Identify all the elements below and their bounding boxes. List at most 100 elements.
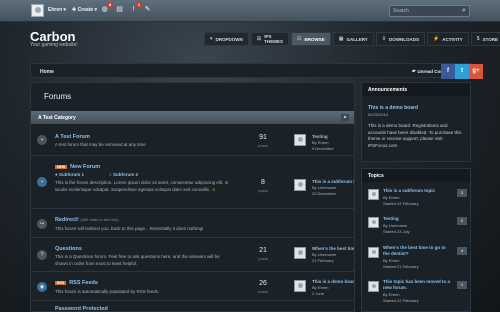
announcement-title[interactable]: This is a demo board — [368, 105, 418, 111]
last-post-author[interactable]: By Username — [312, 252, 336, 258]
avatar[interactable] — [294, 179, 306, 191]
reply-count: 1 — [457, 281, 467, 289]
announcements-header: Announcements — [362, 83, 470, 96]
topic-title[interactable]: Testing — [383, 216, 453, 222]
user-menu[interactable]: Ehren ▾ — [48, 7, 66, 13]
avatar[interactable] — [294, 134, 306, 146]
tab-label: DOWNLOADS — [389, 36, 420, 42]
forum-title[interactable]: Password Protected — [55, 306, 108, 312]
forum-read-icon: ▪ — [37, 135, 47, 145]
avatar[interactable] — [368, 247, 379, 258]
inbox-icon[interactable]: ▤ — [115, 5, 124, 14]
topic-title[interactable]: This topic has been moved to a new forum… — [383, 279, 453, 291]
post-count: 8 — [261, 179, 265, 186]
user-name: Ehren — [48, 7, 63, 13]
download-icon: ⇩ — [381, 36, 387, 42]
forum-description: A test forum that may be removed at any … — [55, 142, 146, 147]
forum-title[interactable]: A Test Forum — [55, 134, 90, 140]
forum-tag: RSS — [55, 280, 67, 285]
last-post-date: 20 December — [312, 191, 337, 196]
tab-label: BROWSE — [304, 36, 325, 42]
topic-title[interactable]: This is a subforum topic — [383, 188, 453, 194]
tab-label: DROPDOWN — [215, 36, 243, 42]
topic-started: Started 22 February — [383, 298, 419, 303]
site-tagline: Your gaming website! — [30, 42, 78, 48]
category-title: A Test Category — [38, 115, 76, 121]
post-count-label: posts — [258, 289, 268, 294]
forum-description-text: This is the forum description. Lorem ips… — [55, 180, 229, 192]
avatar[interactable] — [368, 189, 379, 200]
category-header[interactable]: A Test Category ▴ — [31, 111, 354, 124]
last-post-author[interactable]: By Ehren — [312, 140, 328, 146]
tab-gallery[interactable]: ▣ GALLERY — [332, 32, 374, 46]
post-count-label: posts — [258, 143, 268, 148]
announcements-panel: Announcements This is a demo board 01/22… — [361, 82, 471, 162]
topic-author[interactable]: By Ehren — [383, 258, 399, 264]
last-post-author[interactable]: By Ehren — [312, 285, 328, 291]
forum-description: This forum will redirect you, back to th… — [55, 226, 204, 231]
reply-count: 4 — [457, 247, 467, 255]
forum-title[interactable]: New Forum — [70, 164, 100, 170]
forum-row: ↪ Redirect! (584 visits to this link) Th… — [31, 210, 354, 238]
search-icon[interactable]: ⌕ — [459, 6, 469, 16]
forum-row: ? Questions This is a Questions forum. F… — [31, 239, 354, 272]
redirect-icon: ↪ — [37, 219, 47, 229]
forum-row: ▪ A Test Forum A test forum that may be … — [31, 125, 354, 156]
last-post-title[interactable]: This is a demo board — [312, 279, 354, 284]
topic-author[interactable]: By Ehren — [383, 195, 399, 201]
announcement-body: This is a demo board. Registrations and … — [368, 123, 462, 148]
alert-badge: 1 — [136, 2, 142, 8]
forum-row: ◉ RSS RSS Feeds This forum is automatical… — [31, 273, 354, 301]
edit-icon[interactable]: ✎ — [143, 5, 152, 14]
forum-row: Password Protected — [31, 302, 354, 312]
forum-unread-icon: ▪ — [37, 177, 47, 187]
forum-description: This is a Questions forum. Feel free to … — [55, 254, 220, 266]
twitter-icon[interactable]: t — [455, 64, 469, 79]
forum-title-wrap: NEW New Forum — [55, 164, 100, 170]
last-post-date: 2 June — [312, 291, 325, 296]
tab-ips-themes[interactable]: ☰ IPS THEMES — [250, 32, 289, 46]
forum-title[interactable]: RSS Feeds — [69, 280, 98, 286]
tab-store[interactable]: $ STORE — [470, 32, 500, 46]
last-post-title[interactable]: Testing — [312, 134, 354, 139]
user-avatar[interactable] — [31, 4, 44, 17]
topic-title[interactable]: When's the best time to go to the dentis… — [383, 245, 453, 257]
topics-panel: Topics This is a subforum topic By Ehren… — [361, 168, 471, 312]
forum-title[interactable]: Questions — [55, 246, 82, 252]
rss-icon: ◉ — [37, 282, 47, 292]
topic-started: Started 23 July — [383, 229, 410, 234]
tab-dropdown[interactable]: ▾ DROPDOWN — [204, 32, 249, 46]
avatar[interactable] — [368, 217, 379, 228]
browse-icon: ☷ — [297, 36, 302, 42]
notification-badge: 8 — [107, 2, 113, 8]
topic-author[interactable]: By Ehren — [383, 292, 399, 298]
create-menu[interactable]: ✚ Create ▾ — [72, 7, 97, 13]
subforum-link[interactable]: ● Subforum 1 — [55, 172, 84, 177]
tab-downloads[interactable]: ⇩ DOWNLOADS — [375, 32, 426, 46]
forum-title[interactable]: Redirect! — [55, 217, 79, 223]
search-input[interactable]: Search — [389, 5, 470, 17]
last-post-date: 9 December — [312, 146, 334, 151]
facebook-icon[interactable]: f — [441, 64, 455, 79]
topic-author[interactable]: By Username — [383, 223, 407, 229]
avatar[interactable] — [294, 280, 306, 292]
breadcrumb-home[interactable]: Home — [40, 69, 54, 75]
store-icon: $ — [476, 36, 480, 42]
collapse-icon[interactable]: ▴ — [341, 114, 349, 121]
activity-icon: ⚡ — [433, 36, 440, 42]
dropdown-icon: ▾ — [210, 36, 213, 42]
last-post-title[interactable]: When's the best time to go... — [312, 246, 354, 251]
post-count-label: posts — [258, 188, 268, 193]
tab-activity[interactable]: ⚡ ACTIVITY — [427, 32, 469, 46]
tab-browse[interactable]: ☷ BROWSE — [291, 32, 331, 46]
last-post-title[interactable]: This is a subforum topic — [312, 179, 354, 184]
google-plus-icon[interactable]: g+ — [469, 64, 483, 79]
tab-label: STORE — [482, 36, 498, 42]
forum-row: ▪ NEW New Forum ● Subforum 1 ○ Subforum 2… — [31, 157, 354, 209]
gallery-icon: ▣ — [338, 36, 344, 42]
subforum-link[interactable]: ○ Subforum 2 — [109, 172, 138, 177]
last-post-author[interactable]: By Username — [312, 185, 336, 191]
search-placeholder: Search — [393, 8, 409, 14]
avatar[interactable] — [368, 281, 379, 292]
avatar[interactable] — [294, 247, 306, 259]
